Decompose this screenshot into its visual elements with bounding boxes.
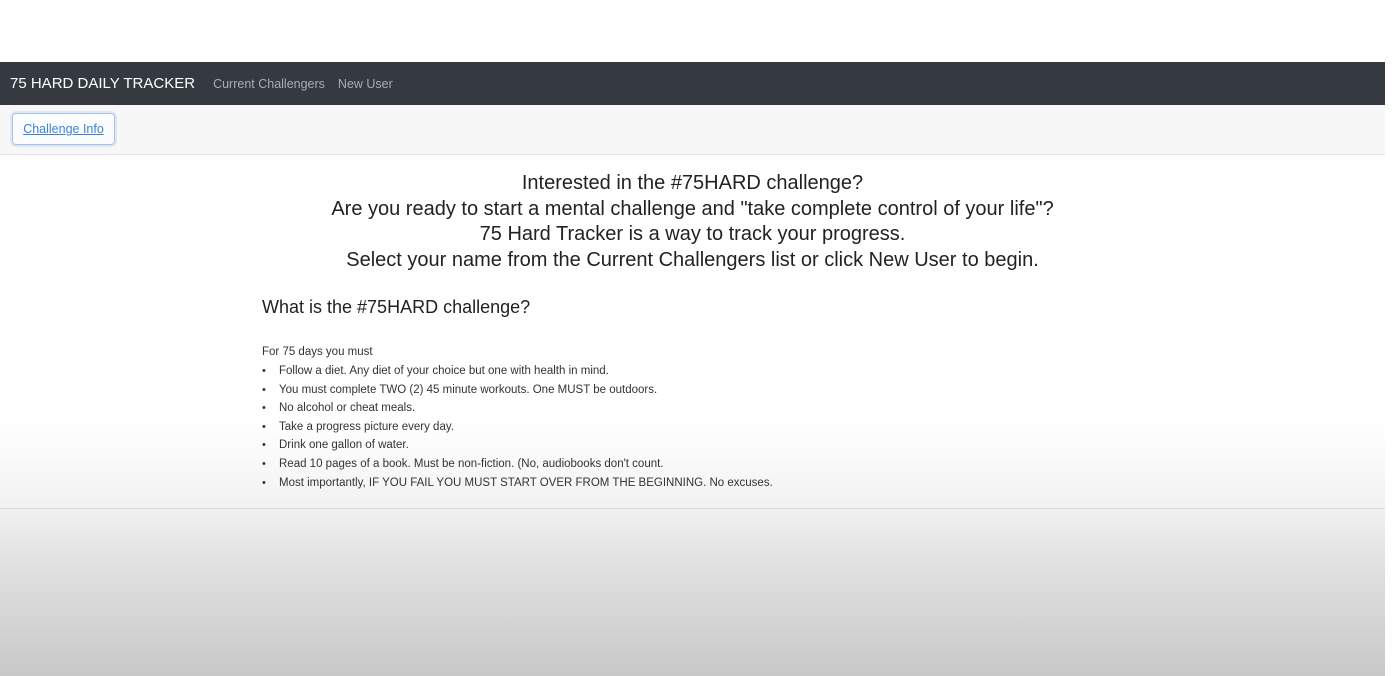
list-item: • Read 10 pages of a book. Must be non-fi… (262, 455, 773, 474)
list-item: • You must complete TWO (2) 45 minute wor… (262, 381, 773, 400)
bullet-icon: • (262, 476, 266, 489)
intro-line: Interested in the #75HARD challenge? (521, 172, 864, 194)
list-item: • No alcohol or cheat meals. (262, 399, 773, 418)
intro-line: Select your name from the Current Challe… (346, 248, 1039, 271)
intro-line: Are you ready to start a mental challeng… (331, 197, 1054, 220)
rule-text: Follow a diet. Any diet of your choice b… (279, 365, 609, 377)
rules-list: • Follow a diet. Any diet of your choice … (262, 362, 773, 492)
list-item: • Follow a diet. Any diet of your choice … (262, 362, 773, 381)
intro-text: Interested in the #75HARD challenge? Are… (0, 171, 1385, 273)
rule-text: You must complete TWO (2) 45 minute work… (279, 383, 658, 396)
rule-text: Read 10 pages of a book. Must be non-fic… (279, 457, 664, 470)
rule-text: Take a progress picture every day. (279, 420, 454, 433)
section-heading: What is the #75HARD challenge? (262, 297, 531, 317)
rule-text: No alcohol or cheat meals. (279, 402, 416, 415)
bullet-icon: • (262, 383, 266, 396)
sub-toolbar: Challenge Info (0, 105, 1385, 155)
rules-intro: For 75 days you must (262, 346, 373, 358)
bullet-icon: • (262, 365, 266, 377)
challenge-info-button[interactable]: Challenge Info (12, 113, 115, 145)
bullet-icon: • (262, 439, 266, 452)
content-divider (0, 508, 1385, 509)
top-navbar: 75 HARD DAILY TRACKER Current Challenger… (0, 62, 1385, 105)
brand-title[interactable]: 75 HARD DAILY TRACKER (10, 75, 195, 92)
intro-line: 75 Hard Tracker is a way to track your p… (479, 223, 906, 245)
nav-link-current-challengers[interactable]: Current Challengers (213, 77, 325, 91)
window-edge (1385, 0, 1394, 676)
challenge-info-label: Challenge Info (23, 122, 104, 136)
list-item: • Take a progress picture every day. (262, 418, 773, 437)
rule-text: Drink one gallon of water. (279, 439, 409, 452)
list-item: • Most importantly, IF YOU FAIL YOU MUST … (262, 474, 773, 493)
nav-link-new-user[interactable]: New User (338, 77, 393, 91)
bullet-icon: • (262, 457, 266, 470)
bullet-icon: • (262, 420, 266, 433)
list-item: • Drink one gallon of water. (262, 436, 773, 455)
bullet-icon: • (262, 402, 266, 415)
rule-text: Most importantly, IF YOU FAIL YOU MUST S… (279, 476, 773, 489)
